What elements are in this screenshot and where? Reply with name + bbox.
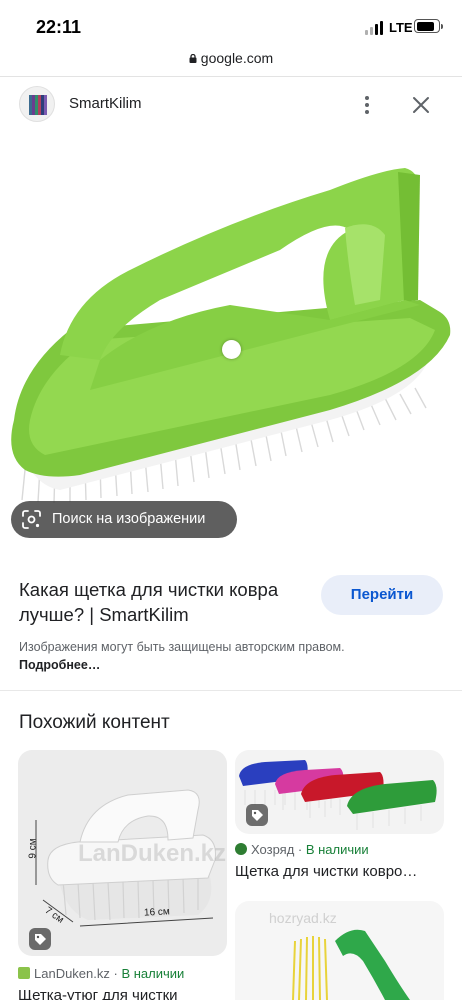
battery-icon [414,19,443,33]
image-watermark: LanDuken.kz [78,840,227,867]
section-divider [0,690,462,691]
stock-status: В наличии [305,842,369,857]
site-name[interactable]: SmartKilim [69,95,142,112]
network-type: LTE [389,20,413,35]
result-title[interactable]: Какая щетка для чистки ковра лучше? | Sm… [19,577,309,627]
dimension-height: 9 см [27,838,39,859]
card-source-name: Хозряд [251,842,295,857]
dimension-length: 16 см [143,906,171,919]
card-source-name: LanDuken.kz [34,966,110,981]
card-title[interactable]: Щетка для чистки ковро… [235,863,444,880]
learn-more-link[interactable]: Подробнее… [19,658,100,672]
related-card-image[interactable] [235,750,444,834]
status-bar: 22:11 LTE [0,0,462,50]
visit-button[interactable]: Перейти [321,575,443,615]
card-source: LanDuken.kz · В наличии [18,966,184,981]
address-bar[interactable]: google.com [0,50,462,76]
related-heading: Похожий контент [19,712,170,733]
card-title[interactable]: Щетка-утюг для чистки [18,987,227,1000]
header-divider [0,76,462,77]
tag-icon[interactable] [29,928,51,950]
lock-icon [189,54,197,63]
stock-status: В наличии [121,966,185,981]
more-vert-icon[interactable] [356,92,378,118]
site-logo [19,86,55,122]
copyright-notice: Изображения могут быть защищены авторски… [19,638,349,674]
favicon-icon [235,843,247,855]
lens-icon [22,510,41,529]
signal-icon [365,21,385,35]
yellow-brush-illustration: hozryad.kz [269,910,410,1000]
clock: 22:11 [36,17,82,37]
favicon-icon [18,967,30,979]
url-text: google.com [200,50,274,66]
notice-text: Изображения могут быть защищены авторски… [19,640,345,654]
battery-level [416,21,434,31]
related-card-image[interactable]: hozryad.kz [235,901,444,1000]
lens-label: Поиск на изображении [52,511,206,527]
close-icon[interactable] [406,90,436,120]
hotspot-dot[interactable] [222,340,241,359]
lens-search-button[interactable]: Поиск на изображении [11,501,237,538]
card-source: Хозряд · В наличии [235,842,369,857]
tag-icon[interactable] [246,804,268,826]
related-card-image[interactable]: 9 см 7 см 16 см LanDuken.kz [18,750,227,956]
watermark-text: hozryad.kz [269,910,337,926]
